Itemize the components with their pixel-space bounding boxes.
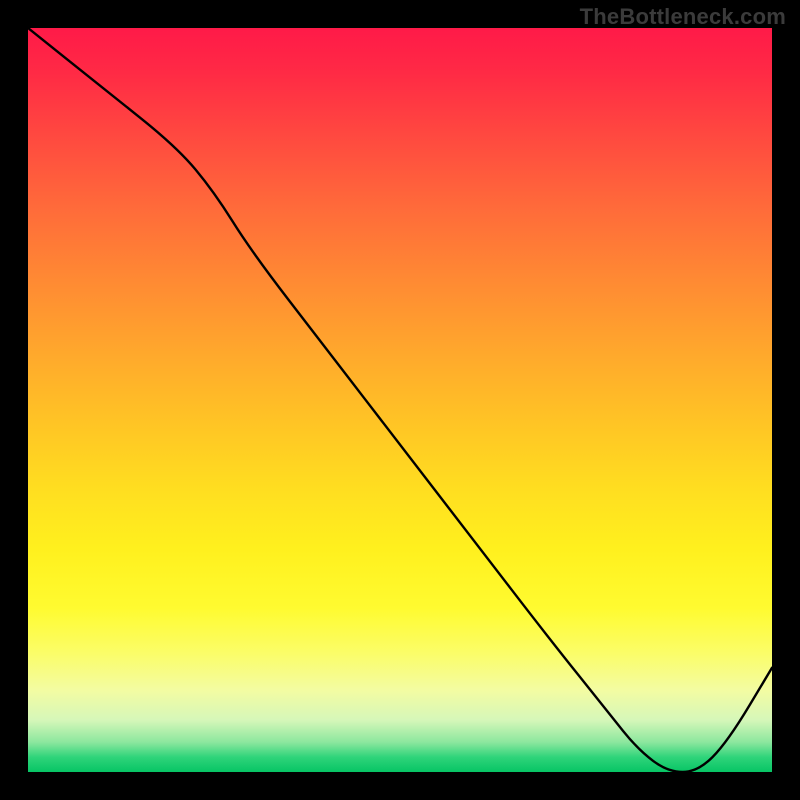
bottleneck-curve	[28, 28, 772, 772]
curve-svg	[28, 28, 772, 772]
plot-area	[28, 28, 772, 772]
chart-frame: TheBottleneck.com	[0, 0, 800, 800]
watermark-text: TheBottleneck.com	[580, 4, 786, 30]
